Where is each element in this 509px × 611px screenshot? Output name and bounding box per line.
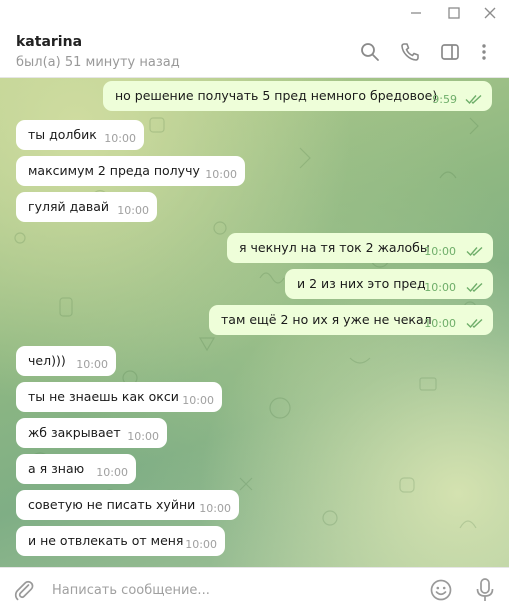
message-time: 10:00 — [424, 281, 456, 294]
incoming-message[interactable]: чел))) 10:00 — [16, 346, 116, 376]
message-time: 10:00 — [424, 317, 456, 330]
incoming-message[interactable]: ты не знаешь как окси 10:00 — [16, 382, 222, 412]
message-text: ты долбик — [28, 127, 97, 142]
message-time: 10:00 — [205, 168, 237, 181]
maximize-icon[interactable] — [443, 3, 465, 23]
attach-icon[interactable] — [12, 578, 36, 602]
search-icon[interactable] — [358, 40, 382, 64]
message-time: 10:00 — [185, 538, 217, 551]
chat-title[interactable]: katarina — [16, 34, 82, 50]
phone-icon[interactable] — [398, 40, 422, 64]
incoming-message[interactable]: ты долбик 10:00 — [16, 120, 144, 150]
message-time: 10:00 — [104, 132, 136, 145]
message-text: ты не знаешь как окси — [28, 389, 179, 404]
close-icon[interactable] — [479, 3, 501, 23]
microphone-icon[interactable] — [473, 577, 497, 603]
message-text: а я знаю — [28, 461, 85, 476]
outgoing-message[interactable]: там ещё 2 но их я уже не чекал 10:00 — [209, 305, 493, 335]
sidebar-toggle-icon[interactable] — [438, 40, 462, 64]
message-time: 10:00 — [76, 358, 108, 371]
last-seen-status: был(а) 51 минуту назад — [16, 55, 180, 70]
message-text: там ещё 2 но их я уже не чекал — [221, 312, 432, 327]
message-text: но решение получать 5 пред немного бредо… — [115, 88, 438, 103]
incoming-message[interactable]: и не отвлекать от меня 10:00 — [16, 526, 225, 556]
message-text: я чекнул на тя ток 2 жалобы — [239, 240, 430, 255]
incoming-message[interactable]: жб закрывает 10:00 — [16, 418, 167, 448]
message-time: 10:00 — [182, 394, 214, 407]
more-vertical-icon[interactable] — [472, 40, 496, 64]
incoming-message[interactable]: советую не писать хуйни 10:00 — [16, 490, 239, 520]
message-text: максимум 2 преда получу — [28, 163, 200, 178]
emoji-icon[interactable] — [429, 578, 453, 602]
message-time: 10:00 — [117, 204, 149, 217]
incoming-message[interactable]: гуляй давай 10:00 — [16, 192, 157, 222]
read-check-icon — [465, 94, 482, 105]
message-time: 10:00 — [199, 502, 231, 515]
outgoing-message[interactable]: я чекнул на тя ток 2 жалобы 10:00 — [227, 233, 493, 263]
message-text: советую не писать хуйни — [28, 497, 196, 512]
read-check-icon — [466, 282, 483, 293]
message-time: 10:00 — [96, 466, 128, 479]
read-check-icon — [466, 246, 483, 257]
chat-header: katarina был(а) 51 минуту назад — [0, 26, 509, 78]
message-input[interactable] — [52, 579, 412, 601]
incoming-message[interactable]: а я знаю 10:00 — [16, 454, 136, 484]
outgoing-message[interactable]: и 2 из них это пред 10:00 — [285, 269, 493, 299]
message-text: жб закрывает — [28, 425, 121, 440]
message-text: чел))) — [28, 353, 66, 368]
message-text: и 2 из них это пред — [297, 276, 426, 291]
message-time: 10:00 — [424, 245, 456, 258]
message-text: гуляй давай — [28, 199, 110, 214]
message-text: и не отвлекать от меня — [28, 533, 184, 548]
window-titlebar — [0, 0, 509, 26]
message-list[interactable]: но решение получать 5 пред немного бредо… — [0, 78, 509, 567]
incoming-message[interactable]: максимум 2 преда получу 10:00 — [16, 156, 245, 186]
outgoing-message[interactable]: но решение получать 5 пред немного бредо… — [103, 81, 492, 111]
read-check-icon — [466, 318, 483, 329]
minimize-icon[interactable] — [405, 3, 427, 23]
message-time: 9:59 — [432, 93, 457, 106]
message-time: 10:00 — [127, 430, 159, 443]
message-composer — [0, 567, 509, 611]
